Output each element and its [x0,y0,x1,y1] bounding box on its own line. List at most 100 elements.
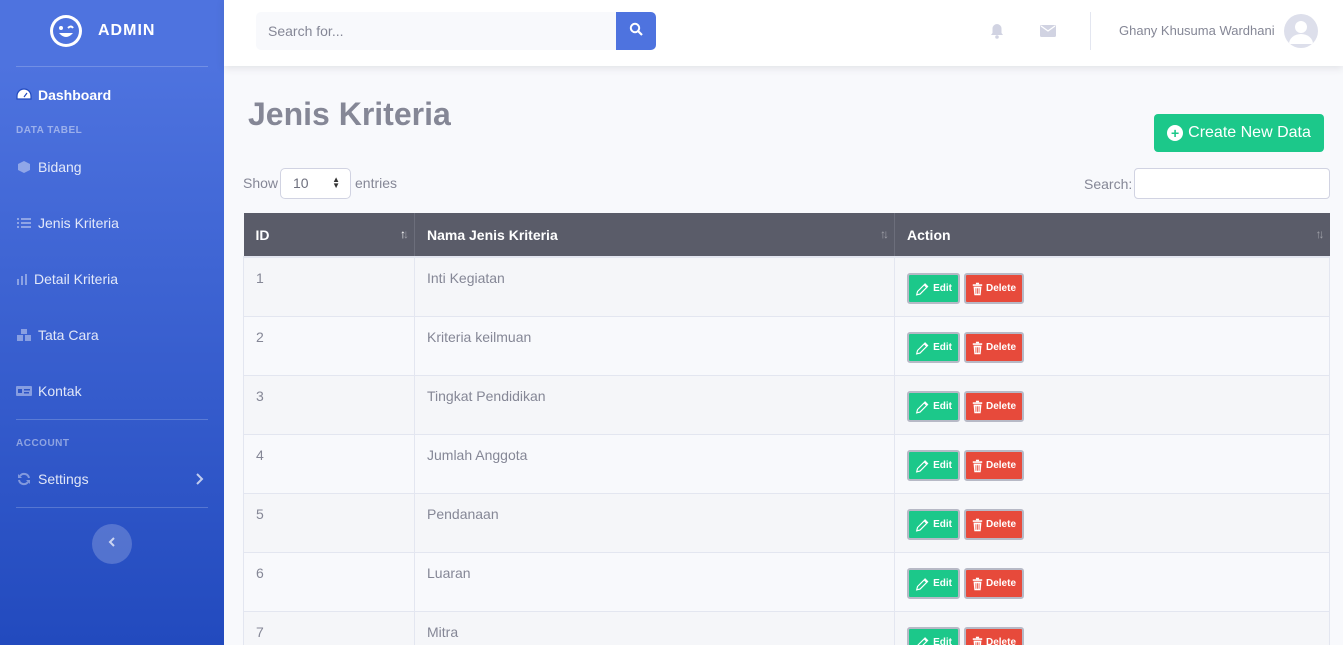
list-icon [16,215,32,231]
user-name[interactable]: Ghany Khusuma Wardhani [1119,23,1275,38]
column-header-id[interactable]: ID ↑↓ [243,213,415,258]
delete-label: Delete [985,578,1016,589]
create-button-label: Create New Data [1188,124,1311,141]
delete-label: Delete [985,519,1016,530]
chart-icon [16,271,28,287]
edit-button[interactable]: Edit [907,332,960,363]
sidebar-item-settings[interactable]: Settings [0,470,224,488]
sidebar-toggle-button[interactable] [92,524,132,564]
cell-name: Mitra [414,611,895,645]
delete-button[interactable]: Delete [964,568,1024,599]
edit-label: Edit [933,637,952,645]
sidebar-item-label: Settings [38,471,89,487]
table-row: 2 Kriteria keilmuan Edit Delete [243,316,1330,376]
table-search-input[interactable] [1134,168,1330,199]
edit-label: Edit [933,342,952,353]
sidebar-heading-data: DATA TABEL [16,125,83,136]
edit-button[interactable]: Edit [907,450,960,481]
delete-button[interactable]: Delete [964,450,1024,481]
bell-icon[interactable] [988,22,1006,40]
tachometer-icon [16,87,32,103]
column-header-action[interactable]: Action ↑↓ [894,213,1330,258]
sidebar-divider [16,507,208,508]
cell-action: Edit Delete [894,375,1330,435]
cell-id: 5 [243,493,415,553]
edit-button[interactable]: Edit [907,509,960,540]
cell-id: 7 [243,611,415,645]
topbar-divider [1090,12,1091,50]
delete-button[interactable]: Delete [964,391,1024,422]
trash-icon [972,341,983,354]
cell-action: Edit Delete [894,316,1330,376]
sidebar-brand[interactable]: ADMIN [0,0,224,62]
cell-id: 1 [243,256,415,317]
edit-button[interactable]: Edit [907,627,960,645]
pencil-icon [916,636,929,645]
sort-icon: ↑↓ [1315,227,1325,241]
topbar: Ghany Khusuma Wardhani [224,0,1343,66]
sidebar-item-detail-kriteria[interactable]: Detail Kriteria [0,270,224,288]
chevron-right-icon [196,472,204,488]
sidebar-divider [16,419,208,420]
cell-action: Edit Delete [894,611,1330,645]
create-new-data-button[interactable]: + Create New Data [1154,114,1324,152]
delete-label: Delete [985,637,1016,645]
cell-action: Edit Delete [894,493,1330,553]
data-table: ID ↑↓ Nama Jenis Kriteria ↑↓ Action ↑↓ 1 Int… [243,213,1330,645]
delete-button[interactable]: Delete [964,627,1024,645]
sidebar-item-tata-cara[interactable]: Tata Cara [0,326,224,344]
delete-button[interactable]: Delete [964,273,1024,304]
edit-button[interactable]: Edit [907,391,960,422]
cell-name: Kriteria keilmuan [414,316,895,376]
cell-name: Luaran [414,552,895,612]
sidebar-item-kontak[interactable]: Kontak [0,382,224,400]
edit-button[interactable]: Edit [907,568,960,599]
table-row: 3 Tingkat Pendidikan Edit Delete [243,375,1330,435]
edit-button[interactable]: Edit [907,273,960,304]
sidebar-item-bidang[interactable]: Bidang [0,158,224,176]
avatar[interactable] [1284,14,1318,48]
column-header-name[interactable]: Nama Jenis Kriteria ↑↓ [414,213,895,258]
cell-action: Edit Delete [894,434,1330,494]
trash-icon [972,282,983,295]
pencil-icon [915,577,929,591]
edit-label: Edit [933,519,952,530]
sort-caret-icon: ▲ ▼ [332,175,340,190]
cell-id: 2 [243,316,415,376]
table-search-label: Search: [1084,176,1133,192]
delete-button[interactable]: Delete [964,509,1024,540]
boxes-icon [16,327,32,343]
search-input[interactable] [256,12,616,50]
cell-name: Jumlah Anggota [414,434,895,494]
entries-select[interactable]: 10 ▲ ▼ [280,168,351,199]
pencil-icon [915,518,929,532]
topbar-search [256,12,656,50]
table-row: 6 Luaran Edit Delete [243,552,1330,612]
sidebar-item-jenis-kriteria[interactable]: Jenis Kriteria [0,214,224,232]
pencil-icon [915,282,929,296]
pencil-icon [915,459,929,473]
entries-value: 10 [293,175,309,191]
sort-icon: ↑↓ [880,227,889,241]
cell-action: Edit Delete [894,256,1330,317]
delete-label: Delete [985,401,1016,412]
laugh-wink-icon [50,15,82,47]
cell-id: 6 [243,552,415,612]
delete-label: Delete [985,460,1016,471]
trash-icon [972,636,983,645]
delete-label: Delete [985,283,1016,294]
sidebar-heading-account: ACCOUNT [16,438,70,449]
cell-id: 4 [243,434,415,494]
search-button[interactable] [616,12,656,50]
delete-button[interactable]: Delete [964,332,1024,363]
search-icon [629,22,643,41]
column-header-label: Nama Jenis Kriteria [427,226,558,243]
edit-label: Edit [933,460,952,471]
edit-label: Edit [933,578,952,589]
envelope-icon[interactable] [1039,22,1057,40]
cell-name: Inti Kegiatan [414,256,895,317]
pencil-icon [915,400,929,414]
sidebar-item-dashboard[interactable]: Dashboard [0,86,224,104]
plus-circle-icon: + [1167,125,1184,141]
cell-action: Edit Delete [894,552,1330,612]
